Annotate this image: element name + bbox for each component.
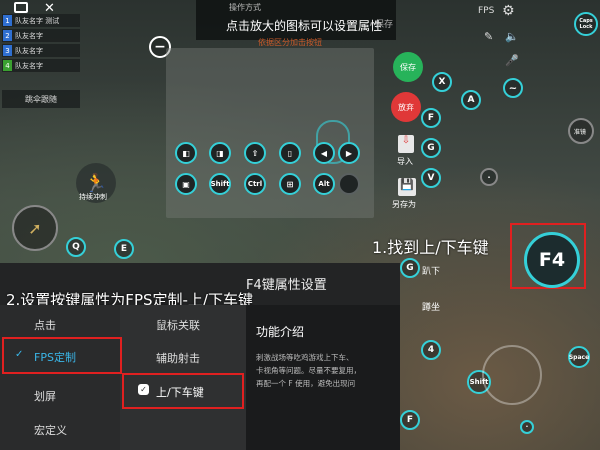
speaker-icon: 🔈 [505,30,519,43]
left-arrow-key[interactable]: ◀ [313,142,335,164]
team-list: 1 队友名字 测试 2 队友名字 3 队友名字 4 队友名字 [2,14,80,74]
ctrl-key[interactable]: Ctrl [244,173,266,195]
fire-button[interactable]: ➚ [12,205,58,251]
space-button[interactable]: Space [568,346,590,368]
submode-aim-assist[interactable]: 辅助射击 [156,350,200,366]
mode-click[interactable]: 点击 [34,317,56,333]
checkbox-icon: ✓ [138,384,149,395]
key-g[interactable]: G [421,138,441,158]
key-e[interactable]: E [114,239,134,259]
team-row: 2 队友名字 [2,29,80,42]
f4-key[interactable]: F4 [524,232,580,288]
check-icon: ✓ [15,349,24,360]
key-tilde[interactable]: ~ [503,78,523,98]
submode-vehicle[interactable]: 上/下车键 [156,384,204,400]
lie-down-label: 趴下 [422,267,441,277]
key-a[interactable]: A [461,90,481,110]
image-icon[interactable] [14,2,28,13]
save-bg-label: 保存 [375,20,394,30]
key-f-left[interactable]: · [480,168,498,186]
save-as-icon[interactable]: 💾 [398,178,416,196]
mouse-middle-key[interactable]: ⇧ [244,142,266,164]
description-text: 刺激战场等吃鸡游戏上下车、 卡视角等问题。尽量不要复用， 再配一个 F 使用，避… [256,353,361,388]
team-number: 4 [3,60,12,71]
team-number: 3 [3,45,12,56]
submode-mouse[interactable]: 鼠标关联 [156,317,200,333]
team-row: 1 队友名字 测试 [2,14,80,27]
description-title: 功能介绍 [256,325,305,339]
mode-macro[interactable]: 宏定义 [34,422,67,438]
squat-label: 蹲坐 [422,303,441,313]
team-number: 1 [3,15,12,26]
key-g-behind[interactable]: G [400,258,420,278]
key-q[interactable]: Q [66,237,86,257]
mic-icon: 🎤 [505,54,519,67]
alt-key[interactable]: Alt [313,173,335,195]
save-as-label: 另存为 [392,200,416,209]
mouse-side-key[interactable]: ▣ [175,173,197,195]
import-label: 导入 [397,157,413,166]
sprint-label: 持续冲刺 [79,193,107,201]
empty-key[interactable] [338,173,360,195]
save-button[interactable]: 保存 [393,52,423,82]
import-icon[interactable]: ⇩ [398,135,414,153]
team-number: 2 [3,30,12,41]
team-name: 队友名字 测试 [15,16,60,25]
spray-icon: ✎ [484,30,494,43]
mode-swipe[interactable]: 划屏 [34,388,56,404]
hint-text: 点击放大的图标可以设置属性 [226,19,383,33]
aim-label: 准镜 [574,129,587,136]
right-arrow-key[interactable]: ▶ [338,142,360,164]
mode-fps[interactable]: FPS定制 [34,349,76,365]
team-row: 4 队友名字 [2,59,80,72]
key-x[interactable]: X [432,72,452,92]
team-name: 队友名字 [15,61,43,70]
fps-icon: FPS [478,6,495,16]
key-4[interactable]: 4 [421,340,441,360]
hint-red-text: 依据区分加击按钮 [258,38,322,47]
key-f[interactable]: F [421,108,441,128]
team-name: 队友名字 [15,31,43,40]
small-key[interactable]: · [520,420,534,434]
settings-icon[interactable]: ⚙ [502,3,515,19]
joystick[interactable] [482,345,542,405]
caps-lock-button[interactable]: Caps Lock [574,12,598,36]
mouse-right-key[interactable]: ◨ [209,142,231,164]
operation-mode-label: 操作方式 [229,3,261,12]
parachute-follow-button[interactable]: 跳伞跟随 [2,90,80,108]
key-f-bottom[interactable]: F [400,410,420,430]
team-name: 队友名字 [15,46,43,55]
mouse-key[interactable]: ▯ [279,142,301,164]
shift-key[interactable]: Shift [209,173,231,195]
discard-button[interactable]: 放弃 [391,92,421,122]
windows-key[interactable]: ⊞ [279,173,301,195]
mouse-left-key[interactable]: ◧ [175,142,197,164]
key-v[interactable]: V [421,168,441,188]
dialog-title: F4键属性设置 [246,278,327,293]
team-row: 3 队友名字 [2,44,80,57]
step1-annotation: 1.找到上/下车键 [372,238,489,257]
